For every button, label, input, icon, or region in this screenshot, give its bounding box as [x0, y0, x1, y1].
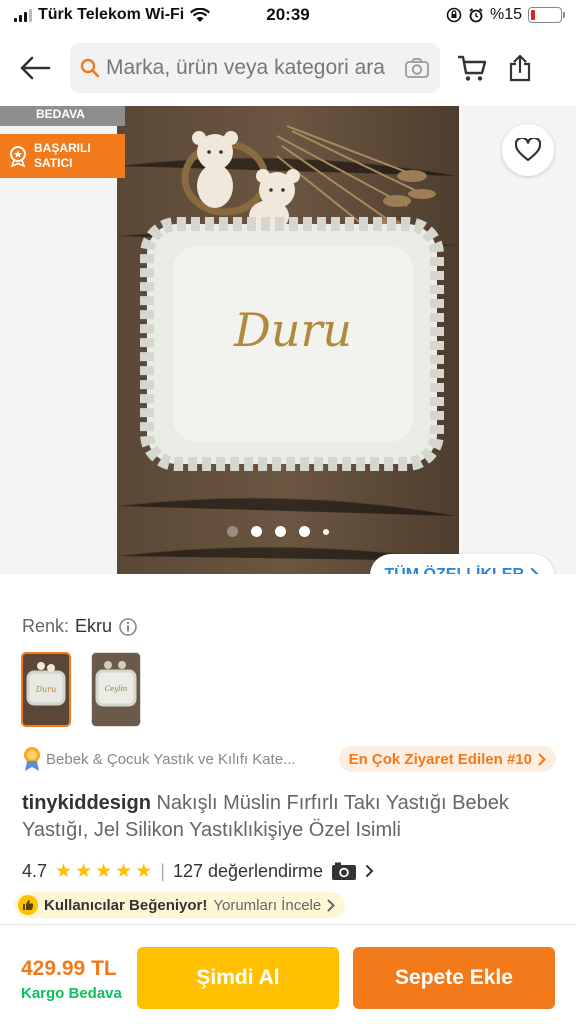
- thumbnail-image: Ceylin: [92, 653, 140, 726]
- pillow-name-text: Duru: [233, 303, 352, 357]
- product-gallery[interactable]: Duru BEDAVA BAŞARILI SATICI TÜM ÖZELLİKL…: [0, 106, 576, 574]
- battery-percent: %15: [489, 6, 522, 23]
- color-value: Ekru: [75, 616, 113, 636]
- status-bar: Türk Telekom Wi-Fi 20:39 %15: [0, 0, 576, 30]
- search-icon: [80, 58, 100, 78]
- color-option-selected[interactable]: Duru: [21, 652, 71, 727]
- successful-seller-label: BAŞARILI SATICI: [34, 141, 91, 170]
- favorite-button[interactable]: [502, 124, 554, 176]
- pagination-dot[interactable]: [299, 526, 310, 537]
- pagination-dot-active[interactable]: [251, 526, 262, 537]
- add-to-cart-button[interactable]: Sepete Ekle: [353, 947, 555, 1009]
- thumbnail-image: Duru: [23, 654, 69, 725]
- thumbnail-text: Duru: [35, 685, 57, 694]
- most-visited-label: En Çok Ziyaret Edilen #10: [348, 750, 532, 768]
- info-icon[interactable]: [118, 617, 138, 637]
- category-row: Bebek & Çocuk Yastık ve Kılıfı Kate... E…: [22, 744, 556, 774]
- chevron-right-icon: [366, 865, 374, 877]
- alarm-icon: [469, 8, 483, 23]
- gallery-pagination: [227, 526, 329, 537]
- all-features-button[interactable]: TÜM ÖZELLİKLER: [370, 554, 554, 574]
- heart-icon: [515, 138, 541, 162]
- star-icon: ★: [95, 860, 113, 882]
- chevron-right-icon: [327, 899, 336, 911]
- header: Marka, ürün veya kategori ara: [0, 38, 576, 98]
- rating-score: 4.7: [22, 860, 48, 881]
- thumbnail-text: Ceylin: [105, 685, 128, 693]
- pagination-dot[interactable]: [323, 528, 329, 535]
- free-shipping-badge: BEDAVA: [0, 106, 125, 126]
- battery-icon: [528, 7, 565, 23]
- rating-stars: ★ ★ ★ ★ ★: [55, 860, 152, 883]
- free-cargo-label: Kargo Bedava: [21, 985, 122, 1002]
- bottom-bar: 429.99 TL Kargo Bedava Şimdi Al Sepete E…: [0, 924, 576, 1024]
- product-image: Duru: [117, 106, 459, 574]
- brand-name[interactable]: tinykiddesign: [22, 792, 151, 814]
- price: 429.99 TL: [21, 957, 117, 980]
- chevron-right-icon: [530, 567, 539, 574]
- star-icon: ★: [55, 860, 73, 882]
- rating-separator: |: [160, 860, 165, 881]
- users-like-banner[interactable]: Kullanıcılar Beğeniyor! Yorumları İncele: [14, 892, 346, 918]
- most-visited-badge[interactable]: En Çok Ziyaret Edilen #10: [338, 746, 556, 772]
- carrier-name: Türk Telekom Wi-Fi: [38, 6, 185, 23]
- rating-row[interactable]: 4.7 ★ ★ ★ ★ ★ | 127 değerlendirme: [22, 858, 374, 884]
- screen-lock-icon: [446, 7, 462, 23]
- pagination-dot[interactable]: [275, 526, 286, 537]
- all-features-label: TÜM ÖZELLİKLER: [384, 566, 524, 574]
- share-button[interactable]: [496, 43, 544, 93]
- cart-icon: [458, 55, 487, 81]
- thumbs-up-icon: [18, 895, 38, 915]
- seller-badge-icon: [10, 146, 26, 167]
- camera-icon[interactable]: [404, 57, 430, 79]
- star-icon: ★: [135, 860, 153, 882]
- category-badge-icon: [24, 747, 40, 771]
- users-like-label: Kullanıcılar Beğeniyor!: [44, 896, 208, 914]
- successful-seller-badge: BAŞARILI SATICI: [0, 134, 125, 178]
- review-count: 127 değerlendirme: [172, 860, 324, 881]
- camera-icon: [332, 862, 357, 880]
- search-placeholder: Marka, ürün veya kategori ara: [106, 56, 385, 79]
- view-reviews-link[interactable]: Yorumları İncele: [213, 897, 321, 914]
- color-label: Renk:: [22, 616, 70, 636]
- back-button[interactable]: [0, 38, 70, 98]
- buy-now-button[interactable]: Şimdi Al: [137, 947, 339, 1009]
- color-row: Renk: Ekru: [22, 616, 138, 637]
- status-right: %15: [446, 6, 565, 24]
- pagination-dot[interactable]: [227, 526, 238, 537]
- color-thumbnails: Duru Ceylin: [21, 652, 141, 727]
- signal-icon: [14, 8, 32, 22]
- category-link[interactable]: Bebek & Çocuk Yastık ve Kılıfı Kate...: [46, 751, 296, 768]
- wifi-icon: [190, 7, 211, 22]
- chevron-right-icon: [538, 753, 546, 765]
- product-title: tinykiddesign Nakışlı Müslin Fırfırlı Ta…: [22, 790, 552, 844]
- arrow-left-icon: [20, 56, 51, 80]
- cart-button[interactable]: [448, 43, 496, 93]
- color-option[interactable]: Ceylin: [91, 652, 141, 727]
- star-icon: ★: [75, 860, 93, 882]
- share-icon: [509, 54, 531, 82]
- search-input[interactable]: Marka, ürün veya kategori ara: [70, 43, 440, 93]
- star-icon: ★: [115, 860, 133, 882]
